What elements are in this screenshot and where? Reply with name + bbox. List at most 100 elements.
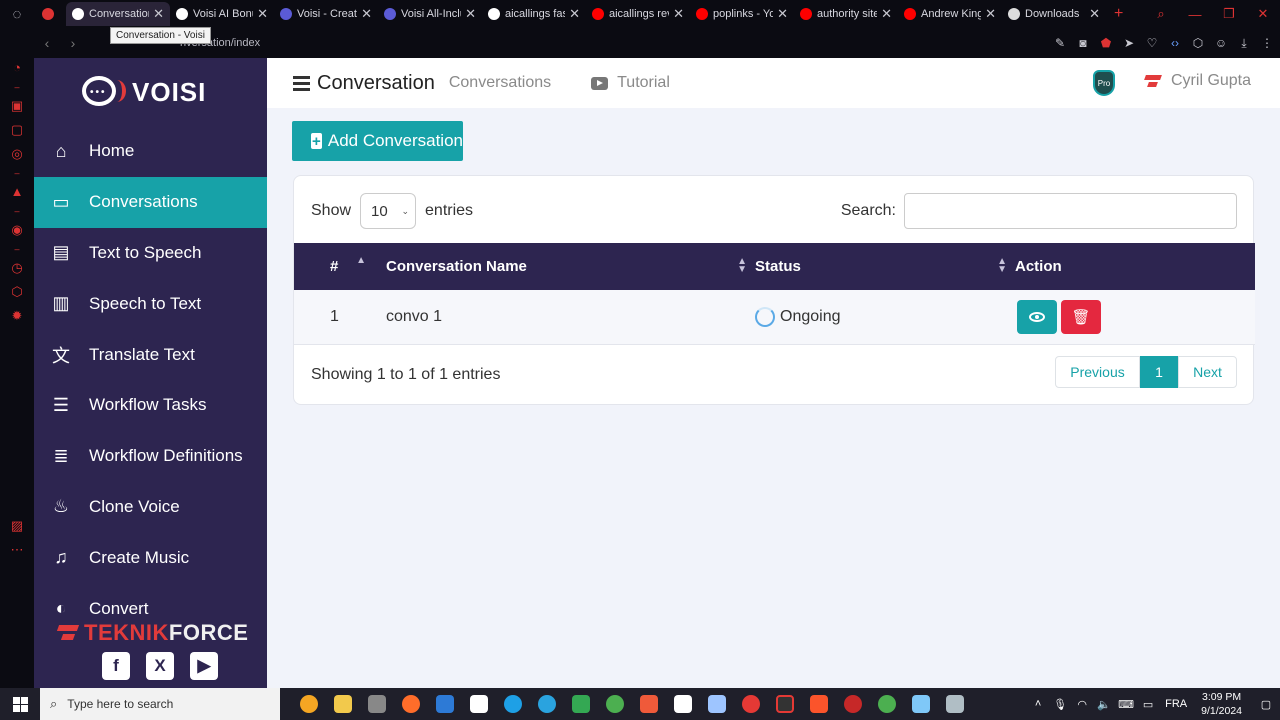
sidebar-item-text-to-speech[interactable]: ▤ Text to Speech: [34, 228, 267, 279]
screenshot-icon[interactable]: ▨: [0, 514, 34, 538]
heart-icon[interactable]: ♡: [1145, 36, 1159, 50]
sidebar-item-home[interactable]: ⌂ Home: [34, 126, 267, 177]
menu-icon[interactable]: ⋮: [1260, 36, 1274, 50]
search-tabs-icon[interactable]: ⌕: [1144, 6, 1178, 22]
box-app-icon[interactable]: [700, 688, 734, 720]
close-tab-icon[interactable]: ✕: [673, 6, 684, 22]
firefox-icon[interactable]: [394, 688, 428, 720]
browser-tab[interactable]: Downloads ✕: [1002, 2, 1106, 26]
breadcrumb[interactable]: Conversations: [449, 74, 551, 92]
camtasia-icon[interactable]: [564, 688, 598, 720]
calculator-icon[interactable]: [428, 688, 462, 720]
extensions-icon[interactable]: ⬡: [0, 280, 34, 304]
opera-icon[interactable]: [836, 688, 870, 720]
column-number[interactable]: # ▲: [294, 243, 386, 290]
browser-tab[interactable]: authority site ✕: [794, 2, 898, 26]
downloads-app-icon[interactable]: [360, 688, 394, 720]
browser-tab[interactable]: Conversation ✕: [66, 2, 170, 26]
clock[interactable]: 3:09 PM 9/1/2024: [1201, 690, 1242, 718]
brand-logo[interactable]: ••• VOISI: [78, 72, 206, 112]
forward-icon[interactable]: ›: [60, 35, 86, 51]
notion-icon[interactable]: [462, 688, 496, 720]
windows-start-icon[interactable]: [0, 688, 40, 720]
settings-icon[interactable]: ✹: [0, 304, 34, 328]
view-button[interactable]: [1017, 300, 1057, 334]
next-button[interactable]: Next: [1178, 356, 1237, 388]
send-icon[interactable]: ➤: [1122, 36, 1136, 50]
brave-icon[interactable]: [802, 688, 836, 720]
chrome-icon[interactable]: [598, 688, 632, 720]
tutorial-link[interactable]: Tutorial: [591, 74, 670, 92]
previous-button[interactable]: Previous: [1055, 356, 1140, 388]
sidebar-item-clone-voice[interactable]: ♨ Clone Voice: [34, 482, 267, 533]
close-tab-icon[interactable]: ✕: [777, 6, 788, 22]
column-name[interactable]: Conversation Name ▲ ▼: [386, 243, 755, 290]
facebook-icon[interactable]: f: [102, 652, 130, 680]
delete-button[interactable]: 🗑: [1061, 300, 1101, 334]
close-tab-icon[interactable]: ✕: [465, 6, 476, 22]
youtube-icon[interactable]: ▶: [190, 652, 218, 680]
sidebar-item-conversations[interactable]: ▭ Conversations: [34, 176, 267, 228]
browser-tab[interactable]: aicallings fast ✕: [482, 2, 586, 26]
battery-icon[interactable]: ▭: [1137, 698, 1159, 711]
browser-tab[interactable]: aicallings rev ✕: [586, 2, 690, 26]
shield-icon[interactable]: ⬟: [1099, 36, 1113, 50]
back-icon[interactable]: ‹: [34, 35, 60, 51]
camera-icon[interactable]: ◙: [1076, 36, 1090, 50]
restore-icon[interactable]: ❐: [1212, 6, 1246, 22]
close-tab-icon[interactable]: ✕: [257, 6, 268, 22]
anydesk-icon[interactable]: [632, 688, 666, 720]
cube-icon[interactable]: ⬡: [1191, 36, 1205, 50]
skype-icon[interactable]: [496, 688, 530, 720]
close-tab-icon[interactable]: ✕: [361, 6, 372, 22]
browser-tab[interactable]: Voisi - Create ✕: [274, 2, 378, 26]
taskbar-search[interactable]: ⌕ Type here to search: [40, 688, 280, 720]
browser-logo-icon[interactable]: ◌: [0, 0, 34, 28]
column-status[interactable]: Status ▲ ▼: [755, 243, 1015, 290]
browser-tab[interactable]: [34, 2, 66, 26]
notifications-icon[interactable]: ▢: [1252, 698, 1280, 711]
keyboard-icon[interactable]: ⌨: [1115, 698, 1137, 711]
player-icon[interactable]: ◉: [0, 218, 34, 242]
add-conversation-button[interactable]: + Add Conversation: [292, 121, 463, 161]
close-tab-icon[interactable]: ✕: [1089, 6, 1100, 22]
code-icon[interactable]: ‹›: [1168, 36, 1182, 50]
user-menu[interactable]: Cyril Gupta: [1145, 72, 1251, 90]
wifi-icon[interactable]: ◠: [1071, 698, 1093, 711]
twitch-icon[interactable]: ▢: [0, 118, 34, 142]
x-icon[interactable]: X: [146, 652, 174, 680]
telegram-icon[interactable]: [530, 688, 564, 720]
magnifier-app-icon[interactable]: [292, 688, 326, 720]
browser-tab[interactable]: Voisi AI Bonu ✕: [170, 2, 274, 26]
browser-tab[interactable]: Voisi All-Inclu ✕: [378, 2, 482, 26]
browser-tab[interactable]: Andrew King ✕: [898, 2, 1002, 26]
history-icon[interactable]: ◷: [0, 256, 34, 280]
chevron-up-icon[interactable]: ˄: [1027, 698, 1049, 710]
sidebar-item-translate-text[interactable]: 文 Translate Text: [34, 329, 267, 380]
chrome-profile-icon[interactable]: [870, 688, 904, 720]
search-input[interactable]: [904, 193, 1237, 229]
recorder-icon[interactable]: [734, 688, 768, 720]
video-app-icon[interactable]: [768, 688, 802, 720]
entries-select[interactable]: 10 ⌄: [360, 193, 417, 229]
microphone-icon[interactable]: 🎙: [1049, 698, 1071, 711]
notes-app-icon[interactable]: [904, 688, 938, 720]
close-tab-icon[interactable]: ✕: [985, 6, 996, 22]
close-window-icon[interactable]: ✕: [1246, 6, 1280, 22]
page-1-button[interactable]: 1: [1140, 356, 1178, 388]
file-explorer-icon[interactable]: [326, 688, 360, 720]
close-tab-icon[interactable]: ✕: [569, 6, 580, 22]
new-tab-icon[interactable]: +: [1114, 5, 1123, 23]
minimize-icon[interactable]: —: [1178, 7, 1212, 22]
volume-icon[interactable]: 🔈: [1093, 698, 1115, 711]
download-icon[interactable]: ⤓: [1237, 36, 1251, 51]
language-indicator[interactable]: FRA: [1165, 698, 1187, 710]
hamburger-icon[interactable]: [293, 73, 310, 94]
close-tab-icon[interactable]: ✕: [881, 6, 892, 22]
edit-icon[interactable]: ✎: [1053, 36, 1067, 50]
more-icon[interactable]: ⋯: [0, 538, 34, 562]
browser-tab[interactable]: poplinks - Yo ✕: [690, 2, 794, 26]
close-tab-icon[interactable]: ✕: [153, 6, 164, 22]
record-icon[interactable]: ◎: [0, 142, 34, 166]
aria-icon[interactable]: ▲: [0, 180, 34, 204]
